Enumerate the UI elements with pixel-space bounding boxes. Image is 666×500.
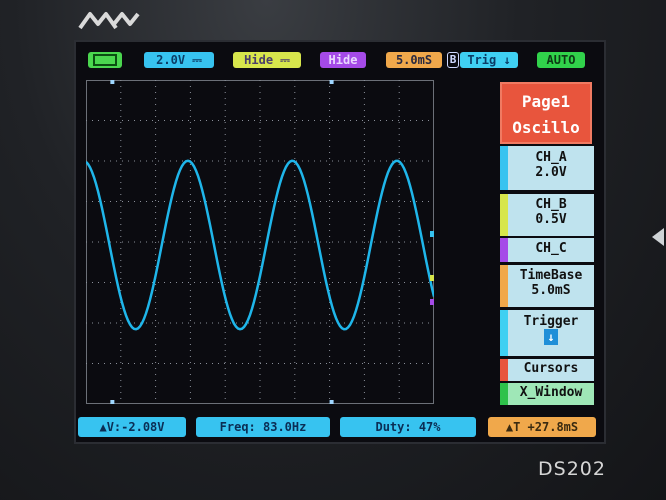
ch-a-scale-indicator[interactable]: 2.0V ⎓ <box>144 52 214 68</box>
waveform-display[interactable] <box>86 80 434 404</box>
cursor-marker-top-left <box>110 80 115 84</box>
side-arrow-icon <box>652 228 664 246</box>
ch-a-label: CH_A <box>535 150 567 165</box>
cursor-marker-bottom-right <box>329 400 334 404</box>
ch-b-value: 0.5V <box>535 212 567 227</box>
ch-a-value: 2.0V <box>535 165 567 180</box>
trigger-text: Trig <box>467 53 497 67</box>
graticule <box>86 80 434 404</box>
timebase-label: TimeBase <box>519 268 583 283</box>
device-bezel: DS202 2.0V ⎓ Hide ⎓ Hide 5.0mS B Trig ↓ … <box>0 0 666 500</box>
waveform-trace-ch-a <box>86 159 434 331</box>
menu-item-ch-c[interactable]: CH_C <box>500 238 594 262</box>
timebase-value: 5.0mS <box>531 283 571 298</box>
trigger-edge-icon: ↓ <box>503 53 511 67</box>
mini-logo <box>78 12 140 30</box>
ch-b-indicator[interactable]: Hide ⎓ <box>233 52 301 68</box>
timebase-indicator[interactable]: 5.0mS <box>386 52 442 68</box>
x-window-label: X_Window <box>519 385 583 400</box>
page-title-line2: Oscillo <box>512 118 580 137</box>
trigger-falling-edge-icon: ↓ <box>508 329 594 345</box>
acquisition-mode-indicator[interactable]: AUTO <box>537 52 585 68</box>
battery-icon <box>88 52 122 68</box>
trigger-source-badge: B <box>447 52 459 68</box>
timebase-text: 5.0mS <box>395 53 433 67</box>
ch-c-level-marker <box>430 299 434 305</box>
page-title-button[interactable]: Page1 Oscillo <box>500 82 592 144</box>
trigger-indicator[interactable]: Trig ↓ <box>460 52 518 68</box>
ch-c-label: CH_C <box>535 241 567 256</box>
menu-item-trigger[interactable]: Trigger ↓ <box>500 310 594 356</box>
menu-item-timebase[interactable]: TimeBase 5.0mS <box>500 265 594 307</box>
trigger-label: Trigger <box>523 314 579 329</box>
cursor-marker-top-right <box>329 80 334 84</box>
dc-coupling-icon: ⎓ <box>280 53 290 67</box>
ch-c-hide-text: Hide <box>328 53 358 67</box>
duty-readout: Duty: 47% <box>340 417 476 437</box>
ch-a-scale-text: 2.0V <box>156 53 186 67</box>
ch-b-hide-text: Hide <box>244 53 274 67</box>
ch-a-level-marker <box>430 231 434 237</box>
cursors-label: Cursors <box>523 361 579 376</box>
page-title-line1: Page1 <box>521 92 571 111</box>
device-model-label: DS202 <box>538 458 606 480</box>
delta-t-readout: ▲T +27.8mS <box>488 417 596 437</box>
mode-text: AUTO <box>546 53 576 67</box>
delta-v-readout: ▲V:-2.08V <box>78 417 186 437</box>
cursor-marker-bottom-left <box>110 400 115 404</box>
ch-b-level-marker <box>430 275 434 281</box>
oscilloscope-screen: 2.0V ⎓ Hide ⎓ Hide 5.0mS B Trig ↓ AUTO ▲… <box>76 42 604 442</box>
status-bar: 2.0V ⎓ Hide ⎓ Hide 5.0mS B Trig ↓ AUTO <box>76 42 604 78</box>
menu-item-x-window[interactable]: X_Window <box>500 383 594 405</box>
menu-item-ch-a[interactable]: CH_A 2.0V <box>500 146 594 190</box>
menu-item-cursors[interactable]: Cursors <box>500 359 594 381</box>
frequency-readout: Freq: 83.0Hz <box>196 417 330 437</box>
dc-coupling-icon: ⎓ <box>192 53 202 67</box>
menu-item-ch-b[interactable]: CH_B 0.5V <box>500 194 594 236</box>
ch-c-indicator[interactable]: Hide <box>320 52 366 68</box>
ch-b-label: CH_B <box>535 197 567 212</box>
